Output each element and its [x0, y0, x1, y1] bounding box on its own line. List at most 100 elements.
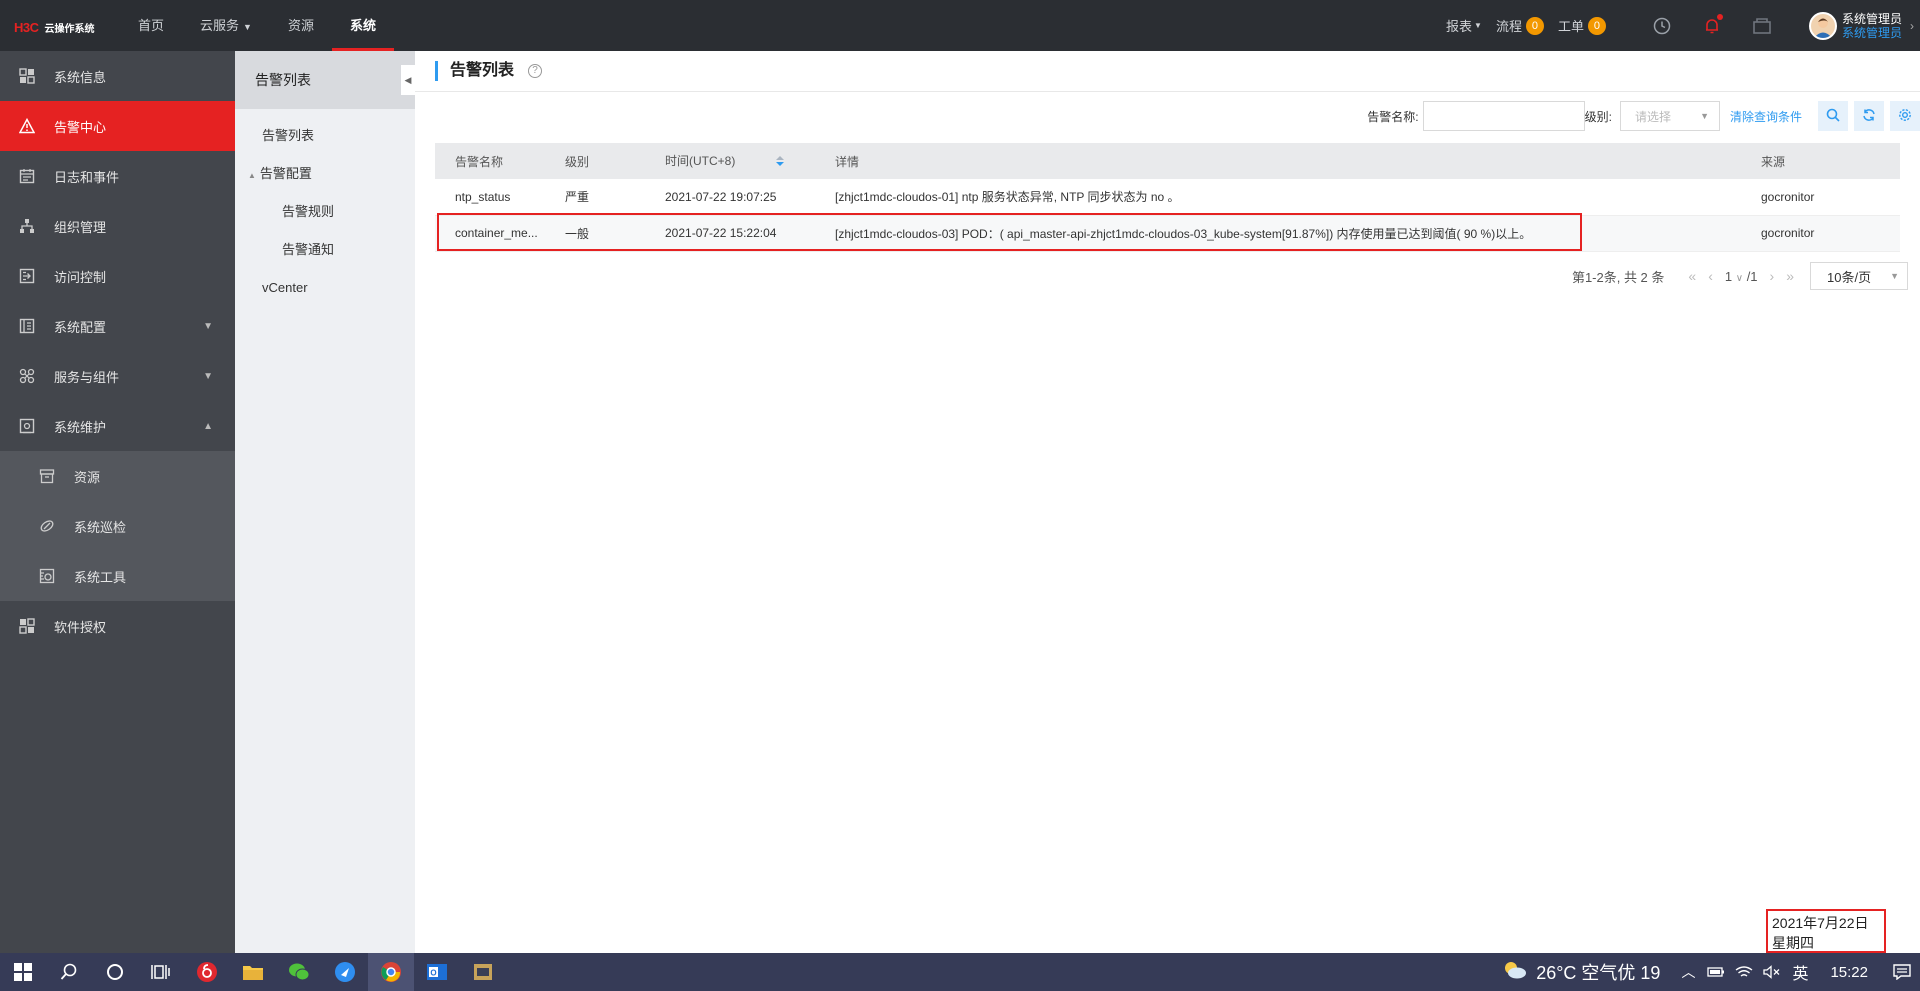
input-language[interactable]: 英	[1792, 960, 1808, 984]
page-size-value: 10条/页	[1827, 269, 1872, 285]
sidebar-item-label: 软件授权	[54, 619, 107, 635]
date-text: 2021年7月22日	[1772, 915, 1869, 931]
search-icon[interactable]	[46, 953, 92, 991]
sub-nav-item-alarm-rules[interactable]: 告警规则	[235, 193, 415, 231]
netease-music-icon[interactable]	[184, 953, 230, 991]
wifi-icon[interactable]	[1730, 953, 1758, 991]
top-nav-system[interactable]: 系统	[331, 0, 394, 51]
alarm-name-input[interactable]	[1422, 101, 1585, 131]
battery-icon[interactable]	[1702, 953, 1730, 991]
logo-text: 云操作系统	[44, 24, 95, 35]
top-bar: H3C 云操作系统 首页 云服务 ▼ 资源 系统 报表 ▼ 流程 0 工单 0 系统管理…	[0, 0, 1920, 51]
chrome-icon[interactable]	[368, 953, 414, 991]
gear-icon	[1898, 108, 1912, 125]
feishu-icon[interactable]	[322, 953, 368, 991]
top-nav-resources[interactable]: 资源	[270, 0, 332, 51]
sidebar-item-access-control[interactable]: 访问控制	[0, 251, 235, 301]
next-page-icon[interactable]: ›	[1770, 268, 1775, 284]
sidebar-item-label: 资源	[74, 469, 101, 485]
sub-nav-item-vcenter[interactable]: vCenter	[235, 269, 415, 307]
collapse-arrow-icon[interactable]: ◀	[401, 65, 415, 95]
table-row[interactable]: container_me... 一般 2021-07-22 15:22:04 […	[435, 215, 1900, 252]
first-page-icon[interactable]: «	[1688, 268, 1696, 284]
sidebar-item-system-tools[interactable]: 系统工具	[0, 551, 235, 601]
sub-nav-item-alarm-list[interactable]: 告警列表	[235, 117, 415, 155]
pagination-info: 第1-2条, 共 2 条	[1571, 269, 1665, 285]
current-page[interactable]: 1 ∨ /1	[1725, 269, 1758, 284]
outlook-icon[interactable]: O	[414, 953, 460, 991]
cell-name-text: container_me...	[455, 226, 538, 241]
sidebar-item-alarm-center[interactable]: 告警中心	[0, 101, 235, 151]
cell-source: gocronitor	[1741, 179, 1900, 216]
sub-nav-item-alarm-notify[interactable]: 告警通知	[235, 231, 415, 269]
col-header-time[interactable]: 时间(UTC+8)	[645, 143, 815, 179]
col-header-detail[interactable]: 详情	[815, 143, 1741, 179]
col-header-source[interactable]: 来源	[1741, 143, 1900, 179]
maintenance-icon	[18, 417, 36, 435]
reports-menu[interactable]: 报表 ▼	[1446, 16, 1482, 35]
current-page-number: 1	[1724, 268, 1733, 284]
screen-icon[interactable]	[1750, 14, 1774, 38]
license-icon	[18, 617, 36, 635]
col-header-level[interactable]: 级别	[545, 143, 645, 179]
logo[interactable]: H3C 云操作系统	[14, 20, 95, 35]
sub-nav-label: 告警配置	[259, 166, 312, 181]
chevron-up-icon[interactable]: ︿	[1674, 953, 1702, 991]
sidebar-item-system-maintenance[interactable]: 系统维护 ▲	[0, 401, 235, 451]
caret-down-icon: ▼	[1890, 271, 1899, 281]
bell-icon[interactable]	[1700, 13, 1724, 38]
sub-nav-group-alarm-config[interactable]: ▲ 告警配置	[235, 155, 415, 193]
sidebar-item-logs-events[interactable]: 日志和事件	[0, 151, 235, 201]
volume-muted-icon[interactable]	[1758, 953, 1786, 991]
cell-detail: [zhjct1mdc-cloudos-03] POD：( api_master-…	[815, 215, 1741, 252]
history-icon[interactable]	[1650, 14, 1674, 38]
flow-link[interactable]: 流程 0	[1496, 16, 1544, 35]
col-header-name[interactable]: 告警名称	[435, 143, 545, 179]
help-icon[interactable]: ?	[528, 64, 543, 78]
top-nav-cloud-services[interactable]: 云服务 ▼	[182, 0, 270, 51]
task-view-icon[interactable]	[138, 953, 184, 991]
table-row[interactable]: ntp_status 严重 2021-07-22 19:07:25 [zhjct…	[435, 179, 1900, 216]
sidebar-item-services-components[interactable]: 服务与组件 ▼	[0, 351, 235, 401]
level-select[interactable]: 请选择 ▼	[1619, 101, 1720, 131]
settings-button[interactable]	[1890, 101, 1920, 131]
sub-nav-label: 告警列表	[262, 128, 315, 143]
sidebar-item-system-config[interactable]: 系统配置 ▼	[0, 301, 235, 351]
app-icon[interactable]	[460, 953, 506, 991]
sidebar-item-system-info[interactable]: 系统信息	[0, 51, 235, 101]
top-nav-home[interactable]: 首页	[120, 0, 182, 51]
inspect-icon	[38, 517, 56, 535]
sidebar-item-resources[interactable]: 资源	[0, 451, 235, 501]
last-page-icon[interactable]: »	[1786, 268, 1794, 284]
user-menu[interactable]: 系统管理员 系统管理员 ›	[1808, 11, 1914, 40]
prev-page-icon[interactable]: ‹	[1708, 268, 1713, 284]
sidebar-item-label: 系统信息	[54, 69, 107, 85]
refresh-button[interactable]	[1854, 101, 1884, 131]
taskbar: O 26°C 空气优 19 ︿ 英 15:22	[0, 953, 1920, 991]
search-button[interactable]	[1818, 101, 1848, 131]
wechat-icon[interactable]	[276, 953, 322, 991]
caret-up-icon: ▲	[203, 420, 213, 432]
sidebar-item-software-license[interactable]: 软件授权	[0, 601, 235, 651]
clock[interactable]: 15:22	[1830, 964, 1868, 981]
access-icon	[18, 267, 36, 285]
windows-start-icon[interactable]	[0, 953, 46, 991]
clear-filter-link[interactable]: 清除查询条件	[1730, 108, 1802, 125]
sidebar-item-label: 系统巡检	[74, 519, 127, 535]
sidebar-item-org-management[interactable]: 组织管理	[0, 201, 235, 251]
ticket-link[interactable]: 工单 0	[1558, 16, 1606, 35]
sort-icon[interactable]	[775, 155, 785, 170]
cell-level: 一般	[545, 215, 645, 252]
sidebar-item-system-inspection[interactable]: 系统巡检	[0, 501, 235, 551]
avatar	[1808, 11, 1837, 40]
triangle-up-icon: ▲	[248, 171, 256, 180]
page-size-select[interactable]: 10条/页 ▼	[1810, 262, 1908, 290]
file-explorer-icon[interactable]	[230, 953, 276, 991]
sidebar-item-label: 日志和事件	[54, 169, 120, 185]
cortana-icon[interactable]	[92, 953, 138, 991]
user-role: 系统管理员	[1841, 25, 1902, 40]
notification-center-icon[interactable]	[1884, 953, 1920, 991]
sub-nav-label: vCenter	[262, 280, 308, 295]
weather-widget[interactable]: 26°C 空气优 19	[1502, 959, 1660, 985]
ticket-label: 工单	[1557, 19, 1584, 34]
